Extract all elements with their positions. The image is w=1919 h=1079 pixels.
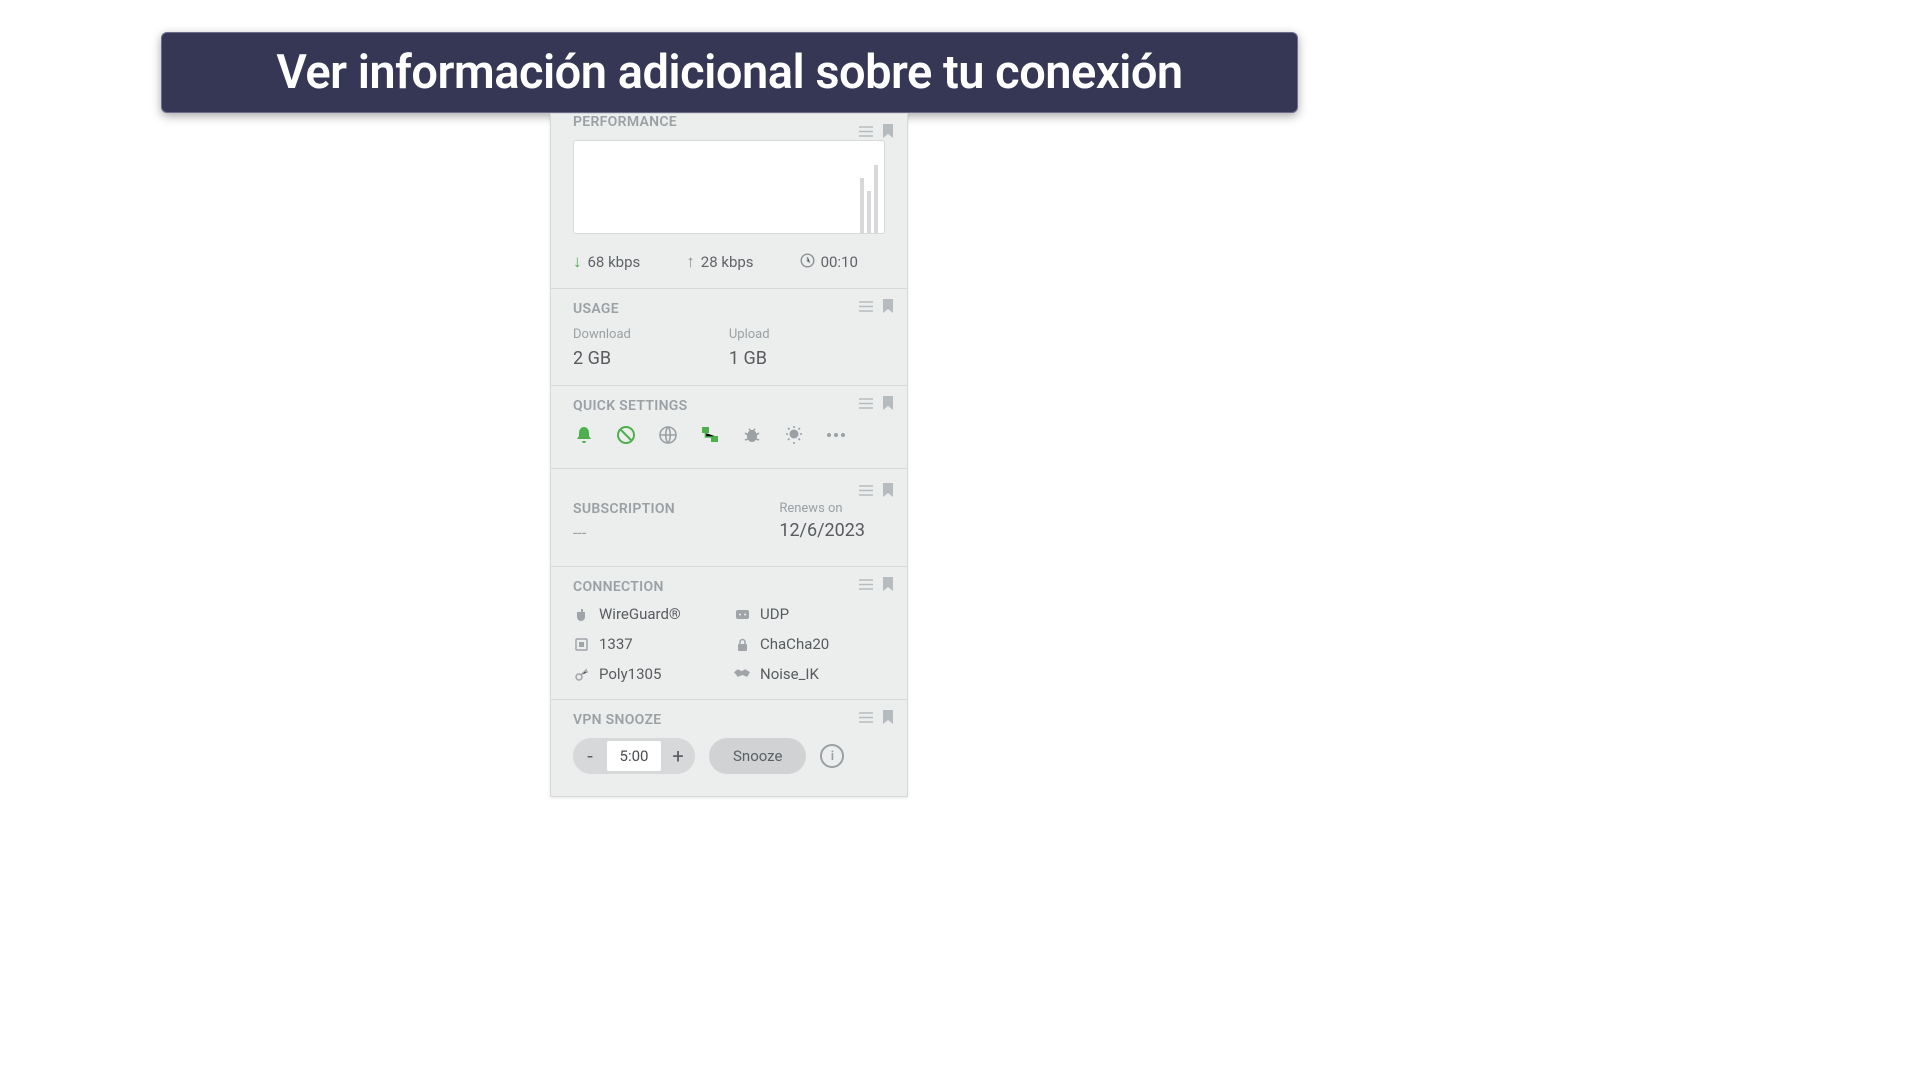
more-icon[interactable] bbox=[825, 424, 847, 446]
bookmark-icon[interactable] bbox=[883, 710, 893, 724]
vpn-info-panel: PERFORMANCE ↓ 68 kbps ↑ 28 kbps bbox=[550, 113, 908, 797]
bug-icon[interactable] bbox=[741, 424, 763, 446]
renews-date: 12/6/2023 bbox=[779, 520, 865, 541]
usage-header: USAGE bbox=[573, 301, 885, 317]
key-icon bbox=[573, 666, 589, 682]
connection-section: CONNECTION WireGuard® UDP 1337 ChaCha20 bbox=[551, 567, 907, 700]
snooze-decrement-button[interactable]: - bbox=[573, 738, 607, 774]
connection-value: 1337 bbox=[599, 635, 633, 653]
menu-lines-icon[interactable] bbox=[859, 398, 873, 409]
connection-value: UDP bbox=[760, 605, 789, 623]
lightbulb-icon[interactable] bbox=[783, 424, 805, 446]
lock-icon bbox=[734, 636, 750, 652]
menu-lines-icon[interactable] bbox=[859, 126, 873, 137]
section-controls bbox=[859, 299, 893, 313]
bookmark-icon[interactable] bbox=[883, 124, 893, 138]
connection-header: CONNECTION bbox=[573, 579, 885, 595]
arrow-down-icon: ↓ bbox=[573, 252, 582, 272]
handshake-icon bbox=[734, 666, 750, 682]
section-controls bbox=[859, 710, 893, 724]
snooze-increment-button[interactable]: + bbox=[661, 738, 695, 774]
snooze-button[interactable]: Snooze bbox=[709, 738, 806, 774]
connection-handshake: Noise_IK bbox=[734, 665, 885, 683]
connection-transport: UDP bbox=[734, 605, 885, 623]
snooze-stepper: - 5:00 + bbox=[573, 738, 695, 774]
upload-speed: ↑ 28 kbps bbox=[686, 252, 753, 272]
performance-section: PERFORMANCE ↓ 68 kbps ↑ 28 kbps bbox=[551, 114, 907, 289]
menu-lines-icon[interactable] bbox=[859, 301, 873, 312]
connection-value: ChaCha20 bbox=[760, 635, 829, 653]
shield-icon[interactable] bbox=[615, 424, 637, 446]
arrow-up-icon: ↑ bbox=[686, 252, 695, 272]
connection-value: Poly1305 bbox=[599, 665, 661, 683]
upload-label: Upload bbox=[729, 327, 770, 342]
snooze-value[interactable]: 5:00 bbox=[607, 741, 661, 771]
banner: Ver información adicional sobre tu conex… bbox=[161, 32, 1298, 113]
globe-icon[interactable] bbox=[657, 424, 679, 446]
duration-value: 00:10 bbox=[821, 253, 858, 271]
bookmark-icon[interactable] bbox=[883, 577, 893, 591]
section-controls bbox=[859, 124, 893, 138]
bookmark-icon[interactable] bbox=[883, 396, 893, 410]
performance-header: PERFORMANCE bbox=[573, 114, 885, 130]
menu-lines-icon[interactable] bbox=[859, 485, 873, 496]
bell-icon[interactable] bbox=[573, 424, 595, 446]
renews-label: Renews on bbox=[779, 501, 865, 516]
connection-port: 1337 bbox=[573, 635, 724, 653]
info-icon[interactable]: i bbox=[820, 744, 844, 768]
usage-section: USAGE Download 2 GB Upload 1 GB bbox=[551, 289, 907, 386]
connection-value: WireGuard® bbox=[599, 605, 681, 623]
connection-protocol: WireGuard® bbox=[573, 605, 724, 623]
network-icon[interactable] bbox=[699, 424, 721, 446]
vpn-snooze-header: VPN SNOOZE bbox=[573, 712, 885, 728]
subscription-header: SUBSCRIPTION bbox=[573, 501, 675, 517]
plug-icon bbox=[573, 606, 589, 622]
duration: 00:10 bbox=[800, 253, 858, 272]
subscription-section: SUBSCRIPTION --- Renews on 12/6/2023 bbox=[551, 469, 907, 567]
connection-cipher: ChaCha20 bbox=[734, 635, 885, 653]
connection-auth: Poly1305 bbox=[573, 665, 724, 683]
upload-speed-value: 28 kbps bbox=[701, 253, 754, 271]
performance-graph bbox=[573, 140, 885, 234]
download-speed: ↓ 68 kbps bbox=[573, 252, 640, 272]
protocol-icon bbox=[734, 606, 750, 622]
section-controls bbox=[859, 483, 893, 497]
subscription-plan: --- bbox=[573, 523, 675, 542]
clock-icon bbox=[800, 253, 815, 272]
connection-value: Noise_IK bbox=[760, 665, 819, 683]
upload-value: 1 GB bbox=[729, 348, 770, 369]
download-label: Download bbox=[573, 327, 631, 342]
section-controls bbox=[859, 577, 893, 591]
menu-lines-icon[interactable] bbox=[859, 712, 873, 723]
bookmark-icon[interactable] bbox=[883, 299, 893, 313]
banner-text: Ver información adicional sobre tu conex… bbox=[276, 45, 1182, 100]
bookmark-icon[interactable] bbox=[883, 483, 893, 497]
port-icon bbox=[573, 636, 589, 652]
menu-lines-icon[interactable] bbox=[859, 579, 873, 590]
vpn-snooze-section: VPN SNOOZE - 5:00 + Snooze i bbox=[551, 700, 907, 796]
quick-settings-header: QUICK SETTINGS bbox=[573, 398, 885, 414]
download-speed-value: 68 kbps bbox=[588, 253, 641, 271]
quick-settings-section: QUICK SETTINGS bbox=[551, 386, 907, 469]
download-value: 2 GB bbox=[573, 348, 631, 369]
section-controls bbox=[859, 396, 893, 410]
